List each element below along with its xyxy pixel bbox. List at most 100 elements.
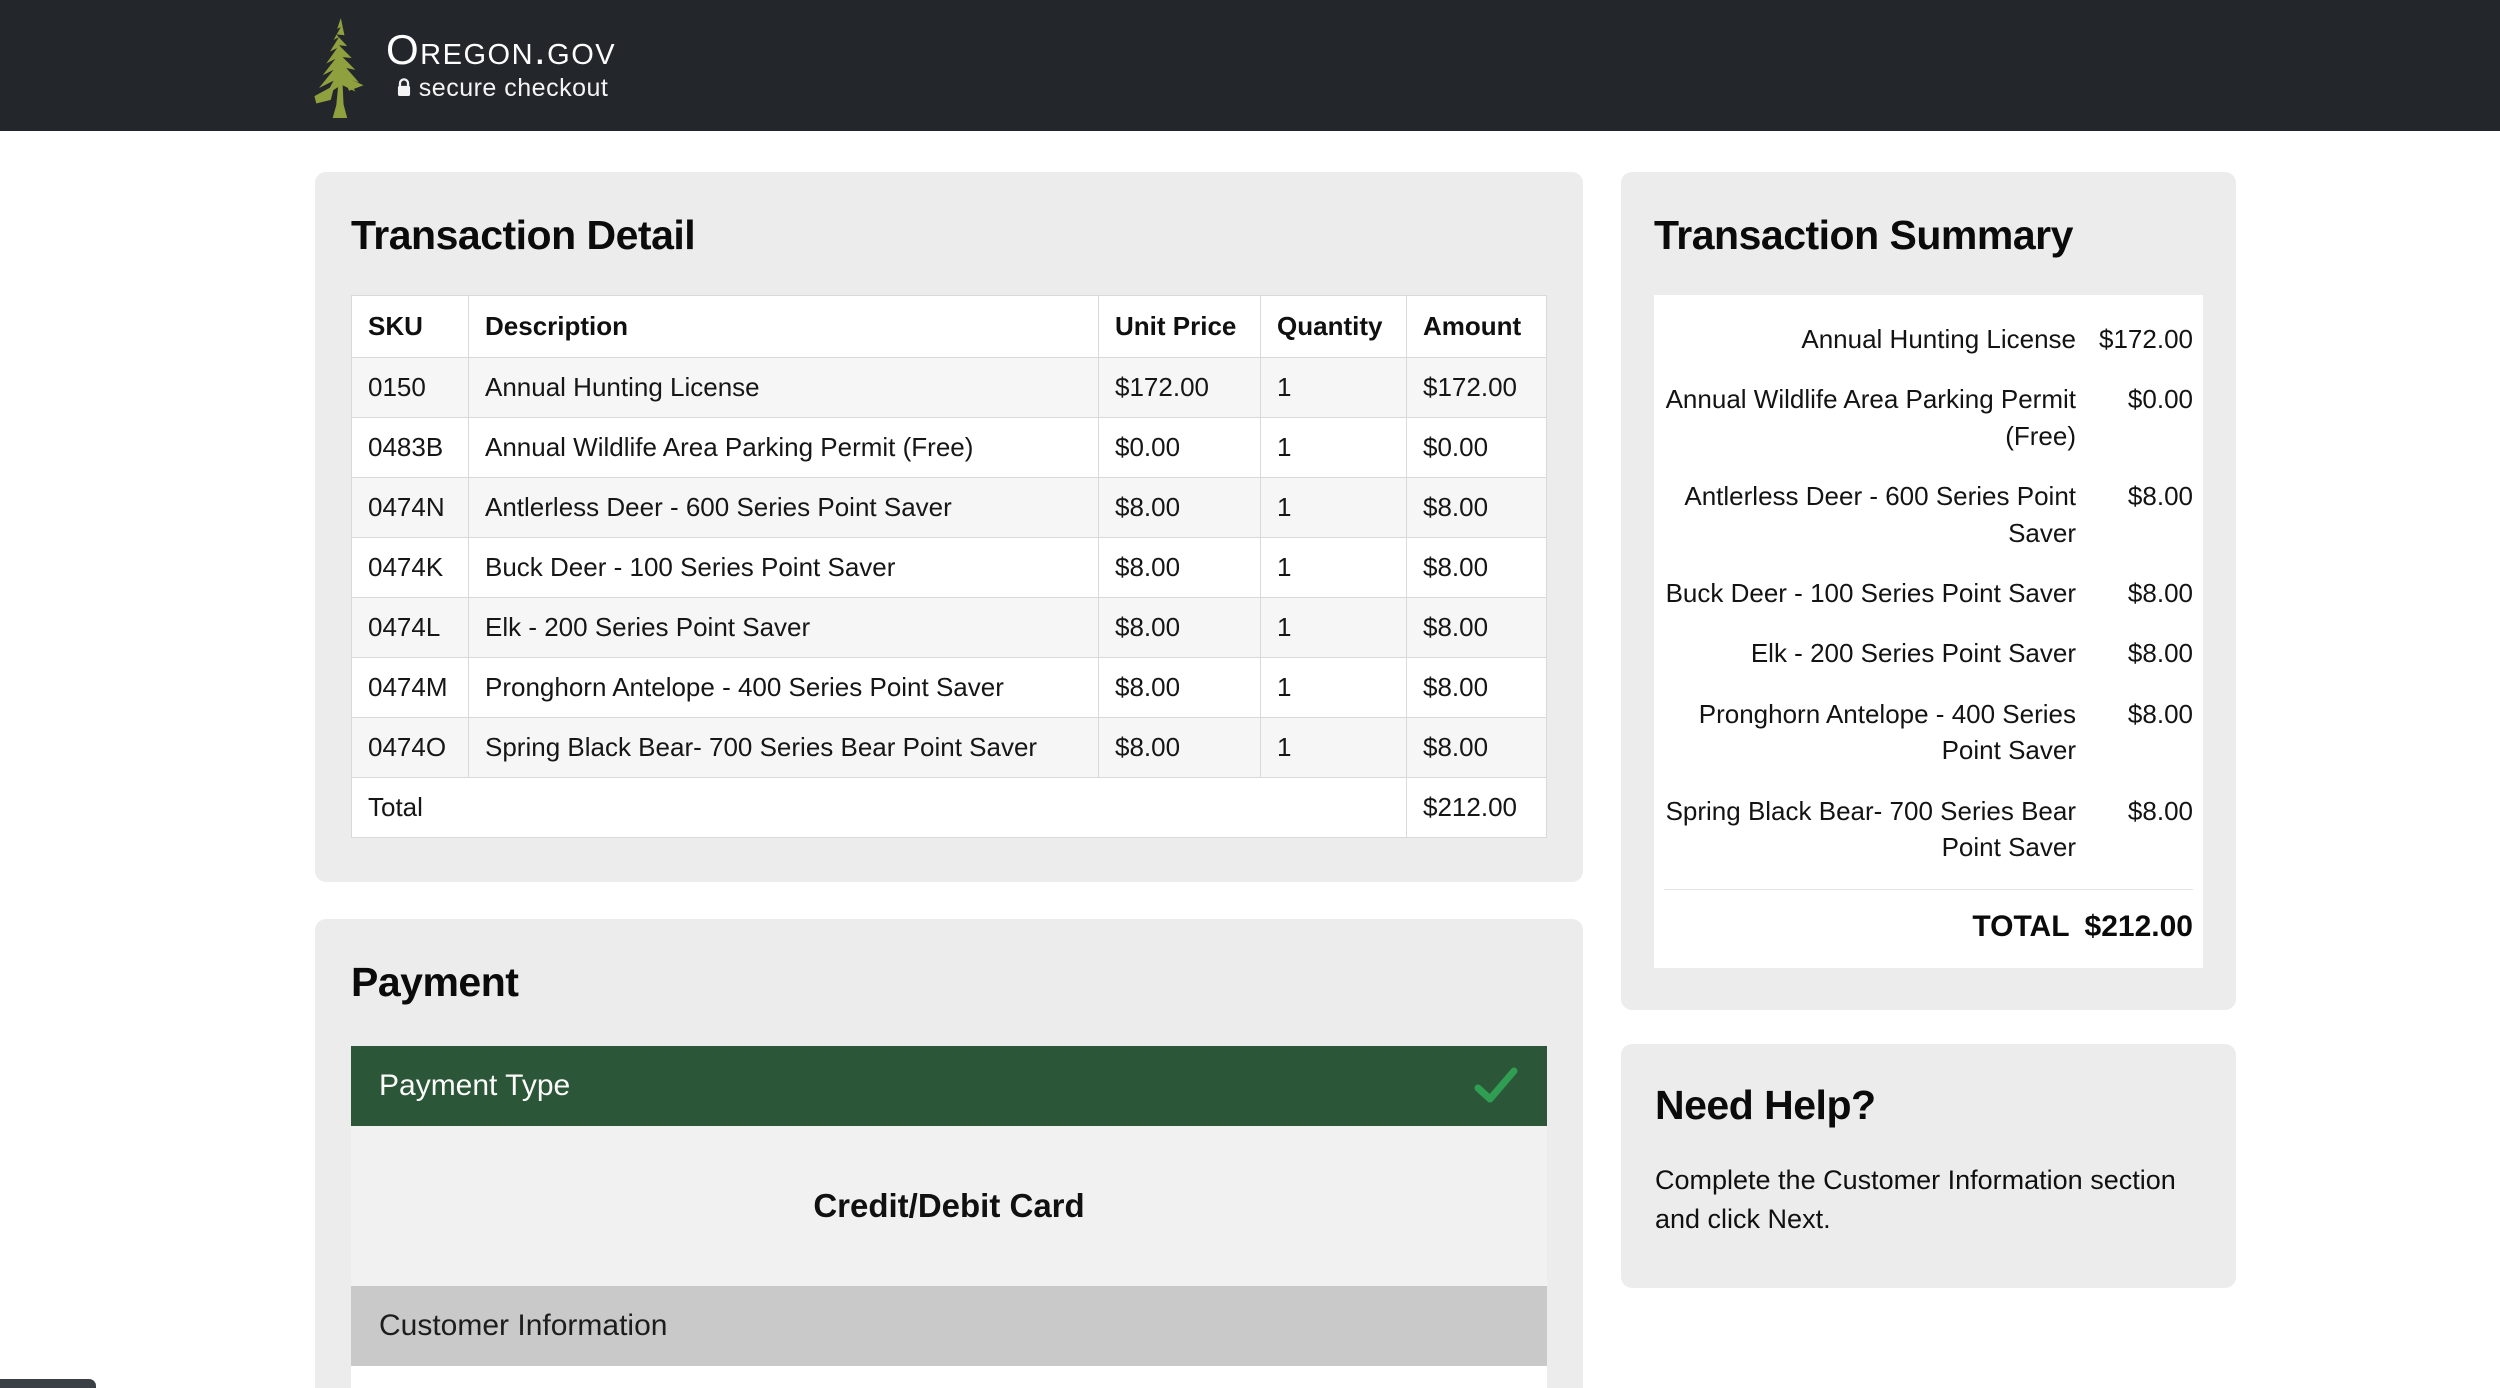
customer-information-label: Customer Information <box>379 1309 667 1343</box>
summary-item-amount: $8.00 <box>2098 635 2193 671</box>
cell-unit-price: $8.00 <box>1099 598 1261 658</box>
table-row: 0474N Antlerless Deer - 600 Series Point… <box>352 478 1547 538</box>
summary-item-amount: $8.00 <box>2098 793 2193 829</box>
summary-item-label: Pronghorn Antelope - 400 Series Point Sa… <box>1664 696 2098 769</box>
table-header-row: SKU Description Unit Price Quantity Amou… <box>352 296 1547 358</box>
selected-payment-method: Credit/Debit Card <box>351 1126 1547 1286</box>
cell-amount: $8.00 <box>1407 658 1547 718</box>
payment-steps: Payment Type Credit/Debit Card Customer … <box>351 1046 1547 1388</box>
cell-amount: $8.00 <box>1407 538 1547 598</box>
pine-tree-icon <box>306 18 372 118</box>
cell-unit-price: $8.00 <box>1099 478 1261 538</box>
cell-sku: 0150 <box>352 358 469 418</box>
table-row: 0474L Elk - 200 Series Point Saver $8.00… <box>352 598 1547 658</box>
summary-item-amount: $8.00 <box>2098 575 2193 611</box>
table-row: 0474K Buck Deer - 100 Series Point Saver… <box>352 538 1547 598</box>
payment-card: Payment Payment Type Credit/Debit Card C… <box>315 919 1583 1388</box>
logo-text: Oregon.gov secure checkout <box>386 28 616 102</box>
table-row: 0474O Spring Black Bear- 700 Series Bear… <box>352 718 1547 778</box>
brand-name: Oregon.gov <box>386 28 616 72</box>
cell-unit-price: $8.00 <box>1099 658 1261 718</box>
cell-amount: $8.00 <box>1407 478 1547 538</box>
summary-item: Buck Deer - 100 Series Point Saver $8.00 <box>1664 563 2193 623</box>
transaction-summary-title: Transaction Summary <box>1654 212 2203 259</box>
cell-quantity: 1 <box>1261 718 1407 778</box>
cell-quantity: 1 <box>1261 478 1407 538</box>
site-header: Oregon.gov secure checkout <box>0 0 2500 131</box>
cell-description: Annual Wildlife Area Parking Permit (Fre… <box>469 418 1099 478</box>
cell-quantity: 1 <box>1261 358 1407 418</box>
summary-item-label: Annual Wildlife Area Parking Permit (Fre… <box>1664 381 2098 454</box>
browser-status-bubble <box>0 1379 96 1388</box>
summary-item: Annual Wildlife Area Parking Permit (Fre… <box>1664 369 2193 466</box>
left-column: Transaction Detail SKU Description Unit … <box>315 172 1583 1388</box>
column-header-quantity: Quantity <box>1261 296 1407 358</box>
need-help-body: Complete the Customer Information sectio… <box>1655 1161 2202 1239</box>
column-header-sku: SKU <box>352 296 469 358</box>
check-icon <box>1473 1066 1519 1106</box>
secure-checkout-tagline: secure checkout <box>394 74 609 103</box>
payment-type-header[interactable]: Payment Type <box>351 1046 1547 1126</box>
payment-method-label: Credit/Debit Card <box>813 1187 1084 1225</box>
cell-amount: $8.00 <box>1407 718 1547 778</box>
cell-amount: $172.00 <box>1407 358 1547 418</box>
total-amount: $212.00 <box>1407 778 1547 838</box>
summary-item: Antlerless Deer - 600 Series Point Saver… <box>1664 466 2193 563</box>
transaction-detail-table: SKU Description Unit Price Quantity Amou… <box>351 295 1547 838</box>
cell-amount: $8.00 <box>1407 598 1547 658</box>
table-row: 0474M Pronghorn Antelope - 400 Series Po… <box>352 658 1547 718</box>
transaction-detail-card: Transaction Detail SKU Description Unit … <box>315 172 1583 882</box>
cell-description: Elk - 200 Series Point Saver <box>469 598 1099 658</box>
column-header-amount: Amount <box>1407 296 1547 358</box>
summary-item-label: Annual Hunting License <box>1664 321 2098 357</box>
customer-information-form-area <box>351 1366 1547 1388</box>
summary-item-amount: $172.00 <box>2098 321 2193 357</box>
summary-total-amount: $212.00 <box>2085 910 2193 944</box>
summary-item-label: Elk - 200 Series Point Saver <box>1664 635 2098 671</box>
cell-unit-price: $172.00 <box>1099 358 1261 418</box>
cell-quantity: 1 <box>1261 658 1407 718</box>
summary-item: Spring Black Bear- 700 Series Bear Point… <box>1664 781 2193 878</box>
customer-information-header[interactable]: Customer Information <box>351 1286 1547 1366</box>
lock-icon <box>394 77 414 98</box>
cell-unit-price: $8.00 <box>1099 718 1261 778</box>
total-label: Total <box>352 778 1407 838</box>
cell-quantity: 1 <box>1261 598 1407 658</box>
cell-sku: 0474L <box>352 598 469 658</box>
summary-item-amount: $8.00 <box>2098 478 2193 514</box>
cell-unit-price: $0.00 <box>1099 418 1261 478</box>
need-help-card: Need Help? Complete the Customer Informa… <box>1621 1044 2236 1287</box>
table-row: 0150 Annual Hunting License $172.00 1 $1… <box>352 358 1547 418</box>
summary-item-label: Buck Deer - 100 Series Point Saver <box>1664 575 2098 611</box>
column-header-description: Description <box>469 296 1099 358</box>
table-total-row: Total $212.00 <box>352 778 1547 838</box>
table-row: 0483B Annual Wildlife Area Parking Permi… <box>352 418 1547 478</box>
checkout-main: Transaction Detail SKU Description Unit … <box>0 131 2500 1388</box>
summary-item: Elk - 200 Series Point Saver $8.00 <box>1664 623 2193 683</box>
cell-quantity: 1 <box>1261 538 1407 598</box>
cell-sku: 0483B <box>352 418 469 478</box>
need-help-title: Need Help? <box>1655 1082 2202 1129</box>
cell-description: Spring Black Bear- 700 Series Bear Point… <box>469 718 1099 778</box>
summary-item-label: Spring Black Bear- 700 Series Bear Point… <box>1664 793 2098 866</box>
cell-description: Antlerless Deer - 600 Series Point Saver <box>469 478 1099 538</box>
column-header-unit-price: Unit Price <box>1099 296 1261 358</box>
right-column: Transaction Summary Annual Hunting Licen… <box>1621 172 2236 1288</box>
tagline-label: secure checkout <box>419 74 609 103</box>
summary-item: Annual Hunting License $172.00 <box>1664 309 2193 369</box>
summary-item: Pronghorn Antelope - 400 Series Point Sa… <box>1664 684 2193 781</box>
payment-title: Payment <box>351 959 1547 1006</box>
cell-amount: $0.00 <box>1407 418 1547 478</box>
summary-total-label: TOTAL <box>1972 910 2069 944</box>
summary-panel: Annual Hunting License $172.00 Annual Wi… <box>1654 295 2203 968</box>
cell-description: Annual Hunting License <box>469 358 1099 418</box>
cell-sku: 0474N <box>352 478 469 538</box>
cell-description: Buck Deer - 100 Series Point Saver <box>469 538 1099 598</box>
cell-sku: 0474O <box>352 718 469 778</box>
transaction-summary-card: Transaction Summary Annual Hunting Licen… <box>1621 172 2236 1010</box>
payment-type-label: Payment Type <box>379 1069 570 1103</box>
summary-item-amount: $8.00 <box>2098 696 2193 732</box>
cell-sku: 0474K <box>352 538 469 598</box>
summary-item-amount: $0.00 <box>2098 381 2193 417</box>
cell-unit-price: $8.00 <box>1099 538 1261 598</box>
